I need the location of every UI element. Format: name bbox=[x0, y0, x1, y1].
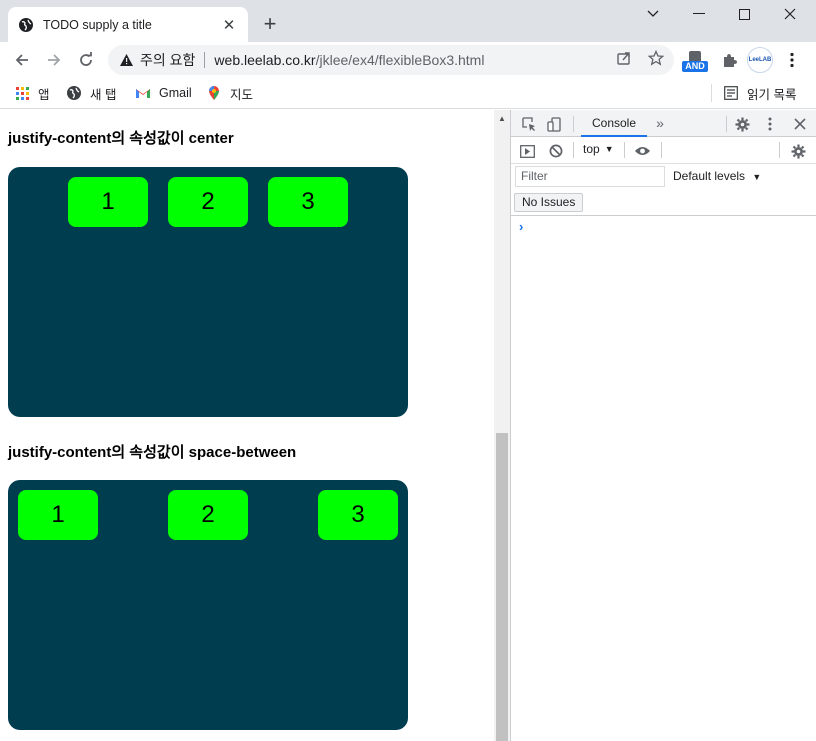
url-host: web.leelab.co.kr bbox=[214, 52, 316, 68]
maximize-button[interactable] bbox=[722, 0, 766, 28]
flex-container-space-between: 1 2 3 bbox=[8, 480, 408, 730]
new-tab-button[interactable]: + bbox=[258, 11, 282, 36]
more-tabs-chevron-icon[interactable]: » bbox=[650, 113, 670, 133]
bookmarks-divider bbox=[711, 84, 712, 102]
close-devtools-icon[interactable] bbox=[790, 114, 810, 134]
context-select[interactable]: top ▼ bbox=[583, 142, 614, 156]
console-filter-bar: Filter Default levels ▼ bbox=[511, 164, 816, 190]
section-heading-center: justify-content의 속성값이 center bbox=[8, 130, 234, 147]
devtools-divider bbox=[661, 142, 662, 158]
scroll-up-arrow-icon[interactable]: ▲ bbox=[494, 110, 510, 126]
tab-search-icon[interactable] bbox=[631, 0, 675, 28]
tab-close-icon[interactable]: ✕ bbox=[220, 16, 238, 34]
log-levels-label: Default levels bbox=[673, 169, 746, 183]
bookmark-label: 지도 bbox=[230, 87, 254, 102]
devtools-divider bbox=[779, 142, 780, 158]
page-content: justify-content의 속성값이 center 1 2 3 justi… bbox=[0, 110, 494, 741]
page-scrollbar[interactable]: ▲ bbox=[494, 110, 510, 741]
settings-gear-icon[interactable] bbox=[732, 114, 752, 134]
log-levels-select[interactable]: Default levels ▼ bbox=[673, 169, 761, 183]
and-extension-glyph bbox=[689, 51, 701, 61]
console-settings-gear-icon[interactable] bbox=[788, 141, 808, 161]
security-warning-text[interactable]: 주의 요함 bbox=[140, 50, 195, 70]
forward-button[interactable] bbox=[40, 46, 68, 74]
devtools-divider bbox=[573, 142, 574, 158]
bookmark-gmail[interactable]: Gmail bbox=[135, 82, 192, 104]
scroll-thumb[interactable] bbox=[496, 433, 508, 741]
section-heading-space-between: justify-content의 속성값이 space-between bbox=[8, 444, 297, 461]
devtools-divider bbox=[624, 142, 625, 158]
console-toolbar: top ▼ bbox=[511, 137, 816, 164]
issues-bar: No Issues bbox=[511, 190, 816, 216]
bookmark-maps[interactable]: 지도 bbox=[206, 82, 253, 104]
bookmark-star-icon[interactable] bbox=[646, 48, 666, 68]
reading-list-icon bbox=[723, 85, 739, 101]
globe-icon bbox=[66, 85, 82, 101]
dropdown-arrow-icon: ▼ bbox=[752, 172, 762, 182]
tab-title: TODO supply a title bbox=[43, 17, 152, 32]
live-expression-eye-icon[interactable] bbox=[632, 141, 652, 161]
back-button[interactable] bbox=[8, 46, 36, 74]
issues-button[interactable]: No Issues bbox=[514, 193, 584, 212]
bookmarks-bar: 앱 새 탭 Gmail 지도 읽기 목록 bbox=[0, 78, 816, 109]
console-prompt-icon[interactable]: › bbox=[519, 219, 523, 234]
reload-button[interactable] bbox=[72, 46, 100, 74]
flex-item: 1 bbox=[68, 177, 148, 227]
address-bar[interactable]: 주의 요함 web.leelab.co.kr/jklee/ex4/flexibl… bbox=[108, 45, 674, 75]
leelab-extension-icon[interactable]: LeeLAB bbox=[747, 47, 773, 73]
flex-item: 1 bbox=[18, 490, 98, 540]
devtools-divider bbox=[573, 116, 574, 132]
bookmark-label: 앱 bbox=[38, 87, 50, 102]
device-toolbar-icon[interactable] bbox=[544, 114, 564, 134]
dropdown-arrow-icon: ▼ bbox=[604, 144, 614, 154]
inspect-element-icon[interactable] bbox=[519, 114, 539, 134]
browser-tab[interactable]: TODO supply a title ✕ bbox=[8, 7, 248, 42]
and-extension-icon[interactable]: AND bbox=[682, 49, 708, 73]
sidebar-toggle-icon[interactable] bbox=[517, 141, 537, 161]
minimize-button[interactable] bbox=[677, 0, 721, 28]
flex-container-center: 1 2 3 bbox=[8, 167, 408, 417]
bookmark-label: Gmail bbox=[159, 86, 192, 100]
devtools-divider bbox=[726, 116, 727, 132]
omnibox-divider bbox=[204, 52, 206, 68]
devtools-tabbar: Console » bbox=[511, 110, 816, 137]
globe-icon bbox=[18, 17, 34, 33]
share-icon[interactable] bbox=[614, 48, 634, 68]
devtools-menu-icon[interactable] bbox=[760, 114, 780, 134]
close-window-button[interactable] bbox=[768, 0, 812, 28]
bookmark-apps[interactable]: 앱 bbox=[14, 82, 50, 104]
bookmark-new-tab[interactable]: 새 탭 bbox=[66, 82, 116, 104]
context-value: top bbox=[583, 142, 600, 156]
tab-strip: TODO supply a title ✕ + bbox=[0, 0, 816, 42]
clear-console-icon[interactable] bbox=[546, 141, 566, 161]
maps-pin-icon bbox=[206, 85, 222, 101]
flex-item: 3 bbox=[318, 490, 398, 540]
gmail-icon bbox=[135, 85, 151, 101]
browser-menu-icon[interactable] bbox=[782, 48, 802, 72]
filter-input[interactable]: Filter bbox=[515, 166, 665, 187]
and-extension-label: AND bbox=[682, 61, 708, 72]
flex-item: 2 bbox=[168, 490, 248, 540]
flex-item: 3 bbox=[268, 177, 348, 227]
flex-item: 2 bbox=[168, 177, 248, 227]
apps-grid-icon bbox=[14, 85, 30, 101]
bookmark-label: 새 탭 bbox=[90, 87, 117, 102]
devtools-panel: Console » top ▼ Filter Default levels ▼ … bbox=[510, 110, 816, 741]
reading-list-button[interactable]: 읽기 목록 bbox=[723, 82, 796, 104]
extensions-puzzle-icon[interactable] bbox=[719, 50, 739, 70]
warning-icon[interactable] bbox=[118, 52, 134, 68]
reading-list-label: 읽기 목록 bbox=[747, 87, 797, 102]
url-path: /jklee/ex4/flexibleBox3.html bbox=[315, 52, 485, 68]
tab-console[interactable]: Console bbox=[581, 110, 647, 137]
